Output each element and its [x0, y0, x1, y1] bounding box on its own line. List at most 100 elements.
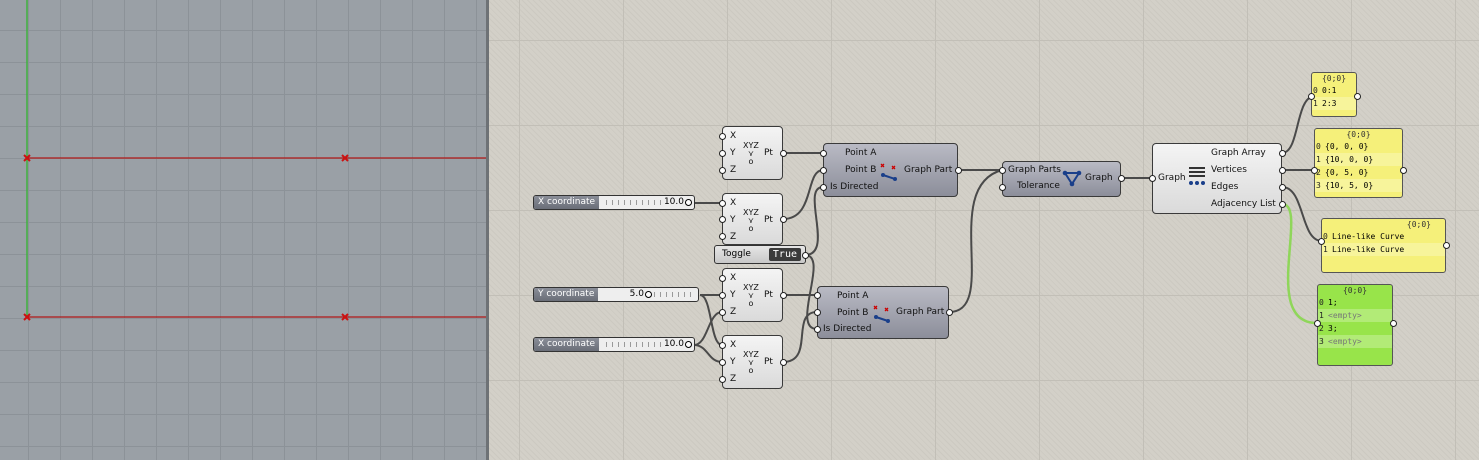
output-port[interactable]: [1279, 201, 1286, 208]
input-port[interactable]: [719, 376, 726, 383]
output-port[interactable]: [802, 252, 809, 259]
input-port[interactable]: [814, 292, 821, 299]
input-port[interactable]: [1318, 238, 1325, 245]
output-port[interactable]: [780, 292, 787, 299]
input-point-b: Point B: [845, 165, 877, 175]
output-port[interactable]: [1354, 93, 1361, 100]
boolean-toggle[interactable]: Toggle True: [714, 245, 806, 264]
input-z: Z: [730, 374, 737, 384]
graph-part-node[interactable]: Point A Point B Is Directed Graph Part: [823, 143, 958, 197]
output-pt: Pt: [764, 290, 773, 300]
row-index: 3: [1316, 181, 1321, 190]
output-port[interactable]: [780, 150, 787, 157]
input-port[interactable]: [719, 133, 726, 140]
input-port[interactable]: [719, 216, 726, 223]
slider-track[interactable]: [606, 200, 666, 205]
input-port[interactable]: [814, 326, 821, 333]
input-port[interactable]: [719, 167, 726, 174]
panel-path-header: {0;0}: [1406, 220, 1431, 229]
input-port[interactable]: [820, 167, 827, 174]
row-value: 1;: [1328, 298, 1338, 307]
xyz-point-icon: XYZ ⋎ o: [743, 350, 759, 375]
output-port[interactable]: [780, 216, 787, 223]
input-port[interactable]: [820, 150, 827, 157]
output-port[interactable]: [946, 309, 953, 316]
input-port[interactable]: [814, 309, 821, 316]
input-is-directed: Is Directed: [830, 182, 879, 192]
input-port[interactable]: [719, 292, 726, 299]
panel-row: 1 <empty>: [1318, 309, 1392, 322]
input-graph: Graph: [1158, 173, 1186, 183]
slider-label: X coordinate: [534, 338, 600, 351]
input-point-a: Point A: [837, 291, 869, 301]
input-x: X: [730, 131, 737, 141]
input-port[interactable]: [719, 309, 726, 316]
graph-icon: [1062, 170, 1082, 187]
adjacency-list-panel[interactable]: {0;0} 0 1; 1 <empty> 2 3; 3 <empty>: [1317, 284, 1393, 366]
xyz-point-icon: XYZ ⋎ o: [743, 141, 759, 166]
construct-point-node[interactable]: X Y Z XYZ ⋎ o Pt: [722, 335, 783, 389]
construct-point-node[interactable]: X Y Z XYZ ⋎ o Pt: [722, 126, 783, 180]
input-port[interactable]: [719, 233, 726, 240]
deconstruct-graph-node[interactable]: Graph Graph Array Vertices Edges Adjacen…: [1152, 143, 1282, 214]
input-port[interactable]: [820, 184, 827, 191]
y-coordinate-slider[interactable]: Y coordinate 5.0: [533, 287, 699, 302]
output-graph-part: Graph Part: [896, 307, 945, 317]
x-coordinate-slider[interactable]: X coordinate 10.0: [533, 195, 695, 210]
output-port[interactable]: [955, 167, 962, 174]
slider-track[interactable]: [606, 342, 666, 347]
output-port[interactable]: [1279, 150, 1286, 157]
edges-panel[interactable]: {0;0} 0 Line-like Curve 1 Line-like Curve: [1321, 218, 1446, 273]
x-coordinate-slider-2[interactable]: X coordinate 10.0: [533, 337, 695, 352]
input-port[interactable]: [999, 167, 1006, 174]
row-value: Line-like Curve: [1332, 232, 1405, 241]
panel-row: 2 3;: [1318, 322, 1392, 335]
slider-track[interactable]: [654, 292, 694, 297]
panel-row: 0 0:1: [1312, 84, 1356, 97]
output-port[interactable]: [1443, 242, 1450, 249]
slider-grip[interactable]: [645, 291, 652, 298]
input-x: X: [730, 340, 737, 350]
output-port[interactable]: [1390, 320, 1397, 327]
panel-row: 0 1;: [1318, 296, 1392, 309]
output-port[interactable]: [1279, 167, 1286, 174]
output-port[interactable]: [1118, 175, 1125, 182]
graph-part-icon: [873, 305, 890, 323]
vertices-panel[interactable]: {0;0} 0 {0, 0, 0} 1 {10, 0, 0} 2 {0, 5, 0} …: [1314, 128, 1403, 198]
row-index: 1: [1316, 155, 1321, 164]
input-port[interactable]: [719, 150, 726, 157]
output-port[interactable]: [780, 359, 787, 366]
input-port[interactable]: [999, 184, 1006, 191]
input-port[interactable]: [1314, 320, 1321, 327]
output-graph: Graph: [1085, 173, 1113, 183]
construct-point-node[interactable]: X Y Z XYZ ⋎ o Pt: [722, 193, 783, 245]
slider-value: 10.0: [663, 197, 684, 207]
input-port[interactable]: [719, 275, 726, 282]
toggle-label: Toggle: [722, 249, 751, 259]
input-port[interactable]: [719, 342, 726, 349]
panel-row: 1 2:3: [1312, 97, 1356, 110]
input-port[interactable]: [719, 359, 726, 366]
toggle-value[interactable]: True: [768, 248, 801, 261]
input-y: Y: [730, 148, 736, 158]
graph-node[interactable]: Graph Parts Tolerance Graph: [1002, 161, 1121, 197]
input-port[interactable]: [1311, 167, 1318, 174]
output-port[interactable]: [1400, 167, 1407, 174]
output-port[interactable]: [1279, 184, 1286, 191]
output-graph-part: Graph Part: [904, 165, 953, 175]
wire: [693, 311, 723, 346]
construct-point-node[interactable]: X Y Z XYZ ⋎ o Pt: [722, 268, 783, 322]
panel-row: 1 Line-like Curve: [1322, 243, 1445, 256]
slider-grip[interactable]: [685, 341, 692, 348]
graph-part-node[interactable]: Point A Point B Is Directed Graph Part: [817, 286, 949, 339]
input-port[interactable]: [1308, 93, 1315, 100]
input-z: Z: [730, 232, 737, 242]
panel-row: 0 Line-like Curve: [1322, 230, 1445, 243]
slider-grip[interactable]: [685, 199, 692, 206]
input-port[interactable]: [1149, 175, 1156, 182]
input-is-directed: Is Directed: [823, 324, 872, 334]
input-port[interactable]: [719, 200, 726, 207]
graph-array-panel[interactable]: {0;0} 0 0:1 1 2:3: [1311, 72, 1357, 117]
row-value: Line-like Curve: [1332, 245, 1405, 254]
input-z: Z: [730, 307, 737, 317]
